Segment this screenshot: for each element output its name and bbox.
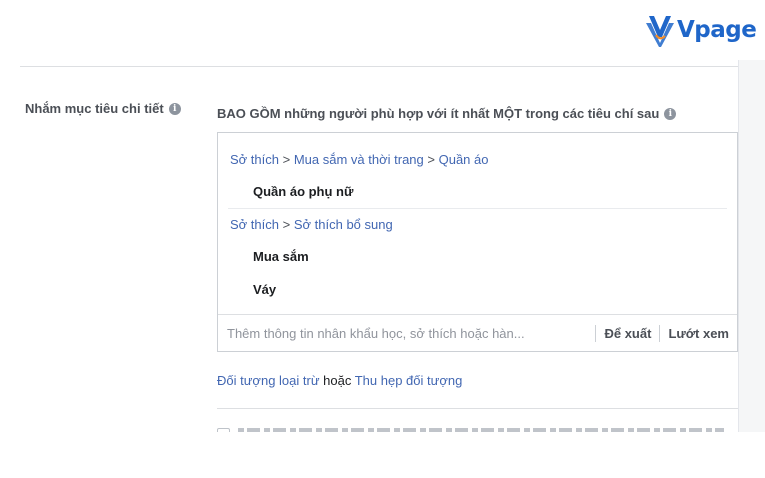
include-criteria-label: BAO GỒM những người phù hợp với ít nhất …: [217, 106, 677, 121]
detailed-targeting-text: Nhắm mục tiêu chi tiết: [25, 101, 164, 116]
include-criteria-text: BAO GỒM những người phù hợp với ít nhất …: [217, 106, 660, 121]
targeting-item[interactable]: Váy: [253, 282, 276, 297]
breadcrumb-link[interactable]: Mua sắm và thời trang: [294, 152, 424, 167]
info-icon[interactable]: i: [168, 102, 181, 115]
partial-checkbox[interactable]: [217, 428, 230, 432]
vpage-logo-icon: [646, 16, 674, 47]
narrow-audience-link[interactable]: Thu hẹp đối tượng: [355, 373, 463, 388]
side-panel-edge: [738, 60, 765, 432]
audience-links: Đối tượng loại trừ hoặc Thu hẹp đối tượn…: [217, 373, 462, 388]
targeting-item[interactable]: Quần áo phụ nữ: [253, 184, 353, 199]
detailed-targeting-label: Nhắm mục tiêu chi tiết i: [25, 101, 181, 116]
side-panel-border: [738, 60, 739, 432]
targeting-search-input[interactable]: [218, 315, 596, 351]
targeting-search-row: Để xuất Lướt xem: [218, 314, 737, 351]
vpage-logo: Vpage: [645, 12, 757, 48]
exclude-audience-link[interactable]: Đối tượng loại trừ: [217, 373, 320, 388]
category-breadcrumb: Sở thích > Mua sắm và thời trang > Quần …: [230, 152, 489, 167]
suggestions-button[interactable]: Để xuất: [596, 326, 659, 341]
top-divider: [20, 66, 738, 67]
breadcrumb-link[interactable]: Sở thích: [230, 152, 279, 167]
browse-button[interactable]: Lướt xem: [660, 326, 737, 341]
bottom-divider: [217, 408, 738, 409]
partial-option-text: [238, 428, 724, 432]
group-divider: [228, 208, 727, 209]
breadcrumb-link[interactable]: Quần áo: [439, 152, 489, 167]
targeting-selection-box: Sở thích > Mua sắm và thời trang > Quần …: [217, 132, 738, 352]
breadcrumb-link[interactable]: Sở thích bổ sung: [294, 217, 393, 232]
brand-name: Vpage: [677, 17, 757, 43]
targeting-item[interactable]: Mua sắm: [253, 249, 309, 264]
or-text: hoặc: [323, 373, 355, 388]
breadcrumb-link[interactable]: Sở thích: [230, 217, 279, 232]
info-icon[interactable]: i: [664, 107, 677, 120]
category-breadcrumb: Sở thích > Sở thích bổ sung: [230, 217, 393, 232]
